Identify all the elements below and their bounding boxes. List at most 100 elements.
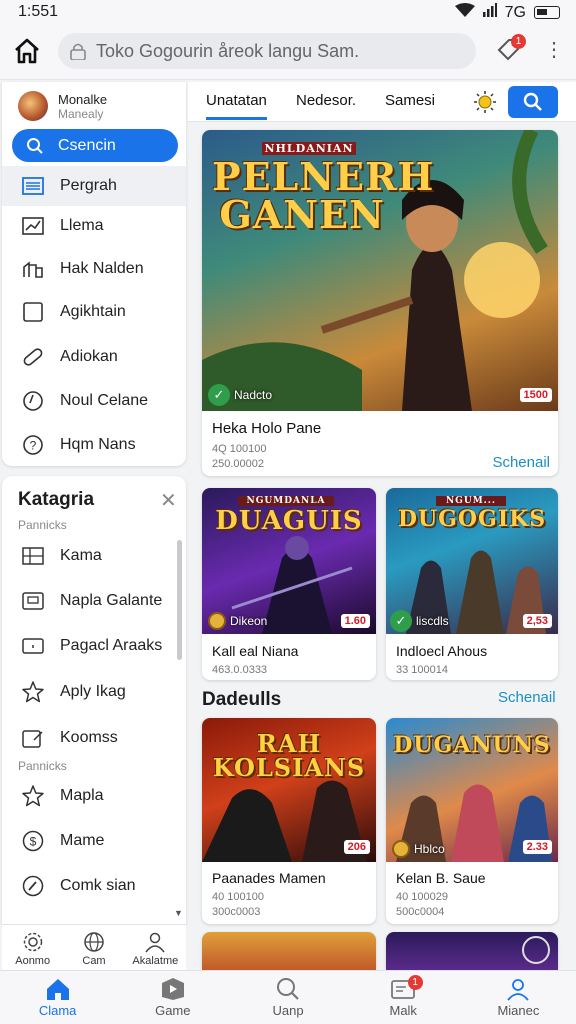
- user-subtitle: Manealy: [58, 106, 104, 121]
- schedule-link[interactable]: Schenail: [498, 689, 556, 706]
- category-item-kama[interactable]: Kama: [2, 536, 174, 576]
- compass-icon[interactable]: [522, 936, 550, 964]
- category-item-koomss[interactable]: Koomss: [2, 718, 174, 758]
- game-card[interactable]: NGUM... DUGOGIKS ✓ liscdls 2,53 Indloecl…: [386, 488, 558, 680]
- nav-profile[interactable]: Mianec: [461, 971, 576, 1024]
- category-item-mapla[interactable]: Mapla: [2, 776, 174, 816]
- mini-nav-label: Cam: [82, 955, 106, 967]
- category-item-mame[interactable]: $ Mame: [2, 821, 174, 861]
- mini-nav-cam[interactable]: Cam: [63, 925, 124, 970]
- dollar-icon: $: [22, 830, 44, 852]
- nav-home[interactable]: Clama: [0, 971, 115, 1024]
- category-item-napla-galante[interactable]: Napla Galante: [2, 581, 174, 621]
- home-icon: [46, 979, 69, 1000]
- mini-nav-aonmo[interactable]: Aonmo: [2, 925, 63, 970]
- card-meta: 300c0003: [212, 906, 261, 918]
- check-icon: ✓: [208, 384, 230, 406]
- card-badge-label: Nadcto: [234, 388, 273, 402]
- tab-nedesor[interactable]: Nedesor.: [296, 92, 356, 109]
- sidebar-item-llema[interactable]: Llema: [2, 206, 186, 246]
- theme-toggle[interactable]: [474, 91, 496, 113]
- square-icon: [23, 302, 43, 322]
- notification-badge: 1: [407, 975, 423, 990]
- bottom-navigation: Clama Game Uanp 1 Malk Mianec: [0, 970, 576, 1024]
- notification-badge: 1: [511, 34, 526, 49]
- sidebar-item-agikhtain[interactable]: Agikhtain: [2, 292, 186, 332]
- section-title: Dadeulls: [202, 689, 282, 710]
- card-badge-label: Hblco: [414, 842, 445, 856]
- game-card[interactable]: [202, 932, 376, 970]
- sidebar-item-pergrah[interactable]: Pergrah: [2, 166, 186, 206]
- tab-unatatan[interactable]: Unatatan: [206, 92, 267, 120]
- person-icon: [145, 932, 165, 953]
- art-top-text: NGUMDANLA: [238, 496, 334, 506]
- sidebar-search-label: Csencin: [58, 136, 116, 154]
- price-tag: 1500: [519, 388, 552, 402]
- art-title: RAH KOLSIANS: [212, 729, 366, 782]
- grid-icon: [22, 547, 44, 565]
- nav-game[interactable]: Game: [115, 971, 230, 1024]
- person-icon: [507, 979, 530, 1001]
- category-item-label: Kama: [60, 547, 102, 564]
- card-badge-label: Dikeon: [230, 614, 268, 628]
- category-item-aply-ikag[interactable]: Aply Ikag: [2, 672, 174, 712]
- price-tag: 2,53: [522, 614, 552, 628]
- svg-text:$: $: [30, 835, 37, 849]
- check-icon: ✓: [390, 610, 412, 632]
- sidebar-item-hak-nalden[interactable]: Hak Nalden: [2, 249, 186, 289]
- sidebar-item-noul-celane[interactable]: Noul Celane: [2, 381, 186, 421]
- nav-mail[interactable]: 1 Malk: [346, 971, 461, 1024]
- wifi-icon: [454, 3, 475, 22]
- card-icon: [22, 592, 44, 610]
- card-meta: 250.00002: [212, 458, 264, 470]
- avatar: [18, 91, 48, 121]
- user-profile[interactable]: Monalke Manealy: [18, 86, 107, 126]
- browser-toolbar: Toko Gogourin åreok langu Sam. 1 ⋮: [0, 26, 576, 80]
- scroll-down-arrow-icon[interactable]: ▼: [174, 908, 183, 918]
- nav-label: Malk: [389, 1003, 417, 1018]
- category-item-pagacl-araaks[interactable]: Pagacl Araaks: [2, 626, 174, 666]
- game-card[interactable]: DUGANUNS Hblco 2.33 Kelan B. Saue 40 100…: [386, 718, 558, 924]
- sun-icon: [474, 91, 496, 113]
- home-button[interactable]: [12, 36, 44, 68]
- game-card[interactable]: [386, 932, 558, 970]
- sidebar-item-label: Pergrah: [60, 177, 117, 194]
- sidebar-item-hqm-nans[interactable]: ? Hqm Nans: [2, 425, 186, 465]
- list-icon: [22, 177, 44, 195]
- tab-samesi[interactable]: Samesi: [385, 92, 435, 109]
- category-section-label: Pannicks: [18, 518, 67, 532]
- category-item-comk-sian[interactable]: Comk sian: [2, 866, 174, 906]
- sidebar-item-label: Hak Nalden: [60, 260, 144, 277]
- window-icon: [22, 638, 44, 654]
- battery-icon: [534, 6, 560, 19]
- more-menu-button[interactable]: ⋮: [544, 40, 564, 64]
- search-icon: [523, 92, 542, 111]
- extensions-button[interactable]: 1: [496, 34, 526, 66]
- category-section-label: Pannicks: [18, 759, 67, 773]
- nav-label: Uanp: [272, 1003, 304, 1018]
- category-panel: Katagria ✕ Pannicks Kama Napla Galante P…: [2, 476, 186, 924]
- help-icon: ?: [23, 435, 43, 455]
- search-button[interactable]: [508, 86, 558, 118]
- sidebar-search-button[interactable]: Csencin: [12, 129, 178, 162]
- coin-icon: [208, 612, 226, 630]
- price-tag: 2.33: [522, 840, 552, 854]
- close-icon[interactable]: ✕: [160, 488, 177, 513]
- clock: 1:551: [18, 3, 59, 20]
- game-card[interactable]: RAH KOLSIANS 206 Paanades Mamen 40 10010…: [202, 718, 376, 924]
- featured-game-card[interactable]: NHLDANIAN PELNERH GANEN ✓ Nadcto 1500 He…: [202, 130, 558, 476]
- category-scrollbar[interactable]: [177, 540, 182, 660]
- nav-search[interactable]: Uanp: [230, 971, 345, 1024]
- game-card[interactable]: NGUMDANLA DUAGUIS Dikeon 1.60 Kall eal N…: [202, 488, 376, 680]
- mini-nav-akalatme[interactable]: Akalatme: [125, 925, 186, 970]
- art-title: PELNERH GANEN: [212, 154, 435, 237]
- card-meta: 40 100029: [396, 891, 448, 903]
- network-type: 7G: [504, 3, 526, 21]
- sidebar-item-label: Adiokan: [60, 348, 118, 365]
- sidebar-item-adiokan[interactable]: Adiokan: [2, 337, 186, 377]
- card-meta: 463.0.0333: [212, 664, 268, 676]
- sidebar-item-label: Hqm Nans: [60, 436, 136, 453]
- address-bar[interactable]: Toko Gogourin åreok langu Sam.: [58, 33, 476, 69]
- schedule-link[interactable]: Schenail: [492, 454, 550, 471]
- nav-label: Game: [155, 1003, 191, 1018]
